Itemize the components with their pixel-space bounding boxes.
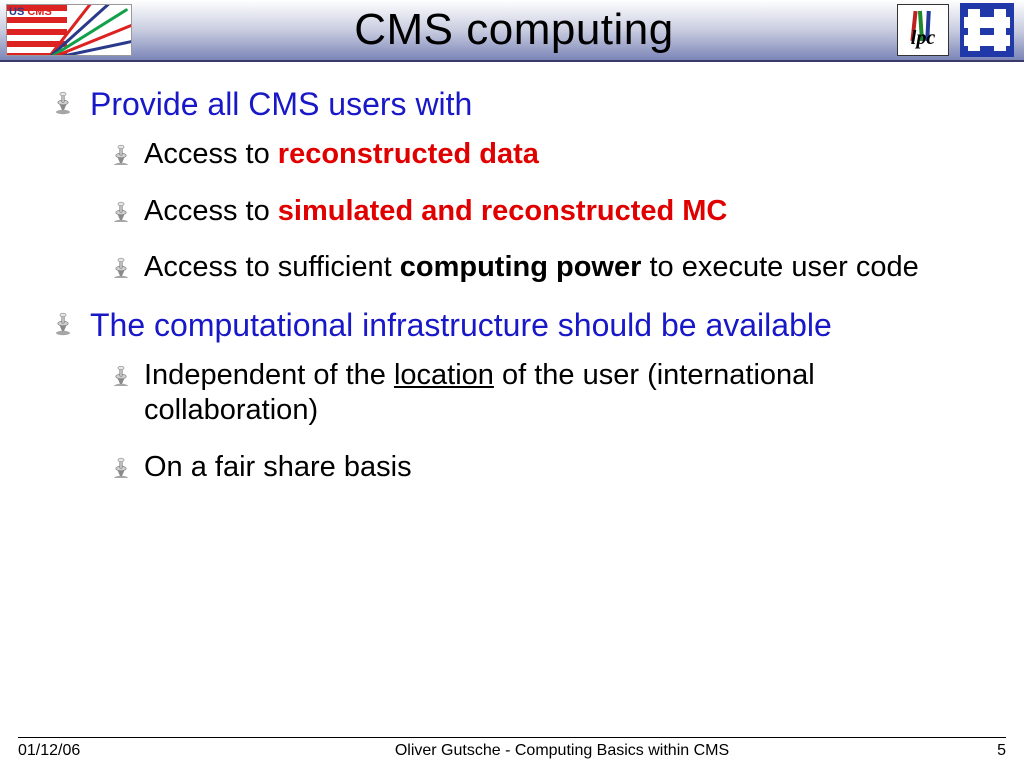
- bullet-level2: Access to reconstructed data: [108, 137, 994, 172]
- bullet-level1: The computational infrastructure should …: [50, 307, 994, 344]
- bullet-level1: Provide all CMS users with: [50, 86, 994, 123]
- lpc-logo: lpc: [894, 3, 952, 57]
- slide-footer: 01/12/06 Oliver Gutsche - Computing Basi…: [0, 737, 1024, 760]
- bullet-level2: On a fair share basis: [108, 450, 994, 485]
- bullet-level2: Access to sufficient computing power to …: [108, 250, 994, 285]
- bullet-text: Access to sufficient computing power to …: [144, 250, 919, 285]
- slide-body: Provide all CMS users with Access to rec…: [0, 62, 1024, 484]
- bullet-level2: Access to simulated and reconstructed MC: [108, 194, 994, 229]
- slide-header: US CMS CMS computing lpc: [0, 0, 1024, 62]
- pushpin-icon: [108, 364, 130, 386]
- bullet-text: Access to reconstructed data: [144, 137, 539, 172]
- footer-date: 01/12/06: [18, 742, 178, 760]
- pushpin-icon: [50, 311, 76, 337]
- footer-center: Oliver Gutsche - Computing Basics within…: [178, 742, 946, 760]
- bullet-text: Independent of the location of the user …: [144, 358, 974, 428]
- slide-title: CMS computing: [354, 5, 674, 54]
- bullet-text: On a fair share basis: [144, 450, 412, 485]
- bullet-text: The computational infrastructure should …: [90, 307, 832, 344]
- bullet-text: Access to simulated and reconstructed MC: [144, 194, 727, 229]
- bullet-level2: Independent of the location of the user …: [108, 358, 994, 428]
- fermilab-logo: [958, 3, 1016, 57]
- pushpin-icon: [108, 143, 130, 165]
- pushpin-icon: [50, 90, 76, 116]
- pushpin-icon: [108, 456, 130, 478]
- bullet-text: Provide all CMS users with: [90, 86, 472, 123]
- uscms-logo: US CMS: [4, 3, 134, 57]
- pushpin-icon: [108, 256, 130, 278]
- footer-page-number: 5: [946, 742, 1006, 760]
- pushpin-icon: [108, 200, 130, 222]
